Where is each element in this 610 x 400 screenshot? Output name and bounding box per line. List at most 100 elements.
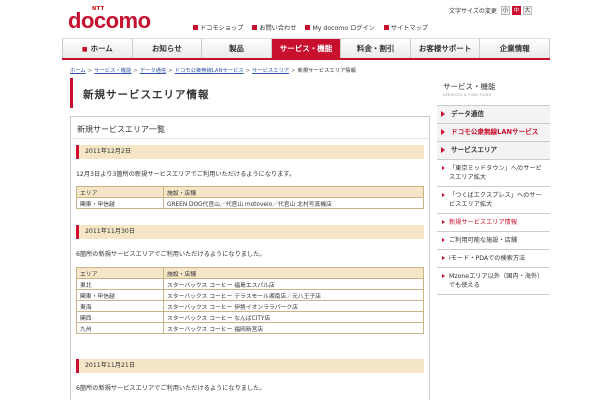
sidebar-sub-item-label: ご利用可能な施設・店舗	[449, 237, 518, 244]
update-notice: 12月3日より3箇所の新規サービスエリアでご利用いただけるようになります。	[76, 171, 296, 178]
sidebar-sub-list: 「東京ミッドタウン」へのサービスエリア拡大 「つくばエクスプレス」へのサービスエ…	[437, 160, 550, 295]
sidebar-item-wifi[interactable]: ドコモ公衆無線LANサービス	[437, 124, 550, 142]
sidebar-sub-item-new-area[interactable]: 新規サービスエリア情報	[437, 214, 550, 232]
header: NTT docomo 文字サイズの変更 小 中 大 ドコモショップ お問い合わせ…	[0, 0, 610, 38]
utility-links: ドコモショップ お問い合わせ My docomo ログイン サイトマップ	[193, 23, 428, 32]
table-row: 関西 スターバックス コーヒー なんばCITY店	[76, 311, 424, 323]
docomo-shop-link[interactable]: ドコモショップ	[193, 23, 243, 32]
col-area: エリア	[76, 267, 164, 279]
global-nav: ■ ホーム お知らせ 製品 サービス・機能 料金・割引 お客様サポート 企業情報	[62, 38, 551, 60]
nav-pricing[interactable]: 料金・割引	[341, 38, 411, 58]
sitemap-label: サイトマップ	[390, 25, 428, 32]
house-icon: ■	[81, 46, 88, 53]
sidebar-title: サービス・機能	[443, 82, 496, 91]
text-size-small-button[interactable]: 小	[500, 6, 510, 15]
breadcrumb-sep: >	[245, 68, 251, 74]
text-size-medium-button[interactable]: 中	[511, 6, 521, 15]
arrow-right-icon	[441, 129, 445, 135]
breadcrumb-area[interactable]: サービスエリア	[252, 68, 289, 74]
breadcrumb-sep: >	[291, 68, 296, 74]
arrow-right-icon	[441, 111, 445, 117]
sidebar-item-area[interactable]: サービスエリア	[437, 142, 550, 160]
logo-ntt-text: NTT	[92, 6, 105, 12]
page-title-box: 新規サービスエリア情報	[70, 78, 430, 108]
area-cell: 東海	[76, 300, 164, 312]
nav-corporate[interactable]: 企業情報	[480, 38, 551, 58]
arrow-right-icon	[442, 220, 445, 224]
facility-cell: スターバックス コーヒー 福島エスパル店	[163, 278, 424, 290]
sidebar-sub-item-label: 「つくばエクスプレス」へのサービスエリア拡大	[449, 192, 542, 208]
col-facility: 施設・店舗	[163, 186, 424, 198]
breadcrumb-current: 新規サービスエリア情報	[297, 68, 356, 74]
docomo-logo[interactable]: NTT docomo	[68, 6, 151, 36]
table-row: 東海 スターバックス コーヒー 伊勢イオンララパーク店	[76, 300, 424, 312]
sidebar-item-data[interactable]: データ通信	[437, 106, 550, 124]
breadcrumb-wifi[interactable]: ドコモ公衆無線LANサービス	[175, 68, 244, 74]
docomo-shop-label: ドコモショップ	[200, 25, 244, 32]
nav-home-label: ホーム	[90, 44, 113, 53]
sidebar-item-label: データ通信	[451, 110, 484, 118]
sidebar-sub-item-tsukuba[interactable]: 「つくばエクスプレス」へのサービスエリア拡大	[437, 187, 550, 214]
area-cell: 関東・甲信越	[76, 289, 164, 301]
arrow-right-icon	[441, 147, 445, 153]
my-docomo-login-link[interactable]: My docomo ログイン	[305, 23, 375, 32]
nav-products[interactable]: 製品	[202, 38, 272, 58]
update-notice: 6箇所の新規サービスエリアでご利用いただけるようになりました。	[76, 385, 266, 392]
breadcrumb-services[interactable]: サービス・機能	[94, 68, 131, 74]
update-date: 2011年12月2日	[76, 145, 424, 159]
breadcrumb-sep: >	[133, 68, 138, 74]
sidebar-sub-item-label: Mzoneエリア以外（国内・海外）でも使える	[449, 273, 544, 289]
page-title: 新規サービスエリア情報	[83, 89, 210, 101]
sidebar: サービス・機能 SERVICES & FUNCTIONS データ通信 ドコモ公衆…	[437, 78, 550, 295]
update-date: 2011年11月30日	[76, 225, 424, 239]
sitemap-link[interactable]: サイトマップ	[383, 23, 428, 32]
nav-services[interactable]: サービス・機能	[271, 38, 342, 58]
nav-news[interactable]: お知らせ	[132, 38, 203, 58]
sidebar-item-label: サービスエリア	[451, 146, 498, 154]
facility-cell: スターバックス コーヒー なんばCITY店	[163, 311, 424, 323]
table-header-row: エリア 施設・店舗	[76, 267, 424, 279]
arrow-right-icon	[442, 238, 445, 242]
area-table: エリア 施設・店舗 東北 スターバックス コーヒー 福島エスパル店 関東・甲信越…	[76, 267, 424, 334]
text-size-control: 文字サイズの変更 小 中 大	[449, 6, 532, 15]
area-list-section: 新規サービスエリア一覧 2011年12月2日 12月3日より3箇所の新規サービス…	[70, 116, 430, 400]
sidebar-sub-item-label: 新規サービスエリア情報	[449, 219, 518, 226]
contact-link[interactable]: お問い合わせ	[252, 23, 296, 32]
sidebar-group: データ通信 ドコモ公衆無線LANサービス サービスエリア	[437, 106, 550, 160]
sidebar-sub-item-mzone[interactable]: Mzoneエリア以外（国内・海外）でも使える	[437, 268, 550, 295]
breadcrumb-data[interactable]: データ通信	[140, 68, 167, 74]
nav-support[interactable]: お客様サポート	[410, 38, 481, 58]
table-row: 関東・甲信越 GREEN DOG代官山／代官山 motovelo／代官山 北村写…	[76, 197, 424, 209]
breadcrumb-sep: >	[87, 68, 93, 74]
col-area: エリア	[76, 186, 164, 198]
sidebar-sub-item-facilities[interactable]: ご利用可能な施設・店舗	[437, 232, 550, 250]
sidebar-item-label: ドコモ公衆無線LANサービス	[451, 128, 539, 136]
arrow-right-icon	[442, 193, 445, 197]
breadcrumb: ホーム > サービス・機能 > データ通信 > ドコモ公衆無線LANサービス > サービスエリア…	[70, 66, 356, 74]
text-size-large-button[interactable]: 大	[522, 6, 532, 15]
area-cell: 九州	[76, 322, 164, 334]
facility-cell: スターバックス コーヒー 伊勢イオンララパーク店	[163, 300, 424, 312]
nav-home[interactable]: ■ ホーム	[62, 38, 133, 58]
bullet-icon	[305, 25, 311, 30]
breadcrumb-sep: >	[168, 68, 173, 74]
sidebar-subtitle: SERVICES & FUNCTIONS	[443, 93, 492, 97]
sidebar-title-box: サービス・機能 SERVICES & FUNCTIONS	[437, 78, 550, 106]
area-table: エリア 施設・店舗 関東・甲信越 GREEN DOG代官山／代官山 motove…	[76, 186, 424, 209]
table-row: 九州 スターバックス コーヒー 福岡新宮店	[76, 322, 424, 334]
logo-brand-text: docomo	[68, 8, 151, 33]
table-header-row: エリア 施設・店舗	[76, 186, 424, 198]
sidebar-sub-item-label: iモード・PDAでの検索方法	[449, 255, 526, 262]
section-title: 新規サービスエリア一覧	[71, 117, 429, 139]
sidebar-sub-item-midtown[interactable]: 「東京ミッドタウン」へのサービスエリア拡大	[437, 160, 550, 187]
breadcrumb-home[interactable]: ホーム	[70, 68, 86, 74]
facility-cell: GREEN DOG代官山／代官山 motovelo／代官山 北村写真機店	[163, 197, 424, 209]
sidebar-sub-item-imode-search[interactable]: iモード・PDAでの検索方法	[437, 250, 550, 268]
facility-cell: スターバックス コーヒー 福岡新宮店	[163, 322, 424, 334]
update-notice: 6箇所の新規サービスエリアでご利用いただけるようになりました。	[76, 251, 266, 258]
text-size-label: 文字サイズの変更	[449, 8, 497, 15]
contact-label: お問い合わせ	[259, 25, 297, 32]
bullet-icon	[252, 25, 258, 30]
arrow-right-icon	[442, 274, 445, 278]
facility-cell: スターバックス コーヒー テラスモール湘南店／元八王子店	[163, 289, 424, 301]
